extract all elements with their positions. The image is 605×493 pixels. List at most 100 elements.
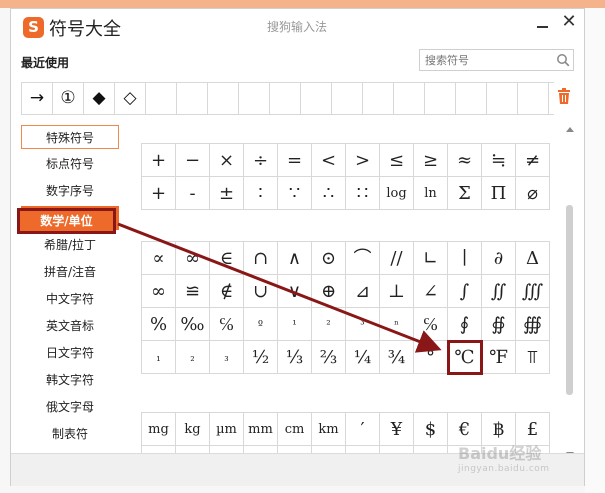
symbol-cell[interactable]: º <box>244 308 278 341</box>
trash-icon[interactable] <box>557 88 571 104</box>
symbol-cell[interactable]: ⌒ <box>346 242 380 275</box>
symbol-cell[interactable]: ≈ <box>448 144 482 177</box>
recent-symbol-cell[interactable] <box>363 83 394 114</box>
symbol-cell[interactable]: ⊕ <box>312 275 346 308</box>
symbol-cell[interactable]: ∂ <box>482 242 516 275</box>
symbol-cell[interactable]: + <box>142 177 176 210</box>
search-icon[interactable] <box>556 53 570 67</box>
category-item[interactable]: 中文字符 <box>21 287 119 311</box>
symbol-cell[interactable]: ½ <box>244 341 278 374</box>
recent-symbol-cell[interactable] <box>177 83 208 114</box>
scroll-up-arrow-icon[interactable] <box>566 127 574 132</box>
recent-symbol-cell[interactable]: ◇ <box>115 83 146 114</box>
recent-symbol-cell[interactable] <box>518 83 549 114</box>
symbol-cell[interactable]: ‰ <box>176 308 210 341</box>
category-item[interactable]: 标点符号 <box>21 152 119 176</box>
recent-symbol-cell[interactable] <box>456 83 487 114</box>
symbol-cell[interactable]: − <box>176 144 210 177</box>
symbol-cell[interactable]: mg <box>142 413 176 446</box>
symbol-cell[interactable]: ∠ <box>414 275 448 308</box>
recent-symbol-cell[interactable] <box>301 83 332 114</box>
symbol-cell[interactable]: ¾ <box>380 341 414 374</box>
symbol-cell[interactable]: ℅ <box>414 308 448 341</box>
recent-symbol-cell[interactable]: → <box>22 83 53 114</box>
symbol-cell[interactable]: ∪ <box>244 275 278 308</box>
symbol-cell[interactable]: ∶ <box>244 177 278 210</box>
symbol-cell[interactable]: ≌ <box>176 275 210 308</box>
symbol-cell[interactable]: ⅔ <box>312 341 346 374</box>
symbol-cell[interactable]: ÷ <box>244 144 278 177</box>
recent-symbol-cell[interactable] <box>208 83 239 114</box>
symbol-cell[interactable]: ℃ <box>447 340 483 375</box>
symbol-cell[interactable]: ∫ <box>448 275 482 308</box>
symbol-cell[interactable]: ≠ <box>516 144 550 177</box>
recent-symbol-cell[interactable]: ◆ <box>84 83 115 114</box>
symbol-cell[interactable]: µm <box>210 413 244 446</box>
symbol-cell[interactable]: ₁ <box>142 341 176 374</box>
category-item[interactable]: 数字序号 <box>21 179 119 203</box>
category-item[interactable]: 英文音标 <box>21 314 119 338</box>
recent-symbol-cell[interactable] <box>239 83 270 114</box>
symbol-cell[interactable]: Σ <box>448 177 482 210</box>
symbol-cell[interactable]: ∵ <box>278 177 312 210</box>
symbol-cell[interactable]: ³ <box>346 308 380 341</box>
symbol-cell[interactable]: cm <box>278 413 312 446</box>
symbol-cell[interactable]: ∧ <box>278 242 312 275</box>
scrollbar[interactable] <box>563 125 575 461</box>
symbol-cell[interactable]: ′ <box>346 413 380 446</box>
symbol-cell[interactable]: ∣ <box>448 242 482 275</box>
symbol-cell[interactable]: ℅ <box>210 308 244 341</box>
recent-symbol-cell[interactable] <box>487 83 518 114</box>
recent-symbol-cell[interactable]: ① <box>53 83 84 114</box>
symbol-cell[interactable]: ∬ <box>482 275 516 308</box>
symbol-cell[interactable]: km <box>312 413 346 446</box>
symbol-cell[interactable]: ⊿ <box>346 275 380 308</box>
symbol-cell[interactable]: ℉ <box>482 341 516 374</box>
symbol-cell[interactable]: < <box>312 144 346 177</box>
symbol-cell[interactable]: ∩ <box>244 242 278 275</box>
recent-symbol-cell[interactable] <box>394 83 425 114</box>
category-item[interactable]: 拼音/注音 <box>21 260 119 284</box>
symbol-cell[interactable]: mm <box>244 413 278 446</box>
symbol-cell[interactable]: ∝ <box>142 242 176 275</box>
category-item[interactable]: 日文字符 <box>21 341 119 365</box>
symbol-cell[interactable]: ∟ <box>414 242 448 275</box>
symbol-cell[interactable]: kg <box>176 413 210 446</box>
symbol-cell[interactable]: % <box>142 308 176 341</box>
category-item[interactable]: 希腊/拉丁 <box>21 233 119 257</box>
symbol-cell[interactable]: ≒ <box>482 144 516 177</box>
symbol-cell[interactable]: ∯ <box>482 308 516 341</box>
symbol-cell[interactable]: ¹ <box>278 308 312 341</box>
symbol-cell[interactable]: ⅓ <box>278 341 312 374</box>
symbol-cell[interactable]: ° <box>414 341 448 374</box>
symbol-cell[interactable]: ≥ <box>414 144 448 177</box>
search-input[interactable] <box>425 52 545 68</box>
symbol-cell[interactable]: = <box>278 144 312 177</box>
recent-symbol-cell[interactable] <box>332 83 363 114</box>
minimize-button[interactable] <box>535 15 551 31</box>
symbol-cell[interactable]: ∭ <box>516 275 550 308</box>
recent-symbol-cell[interactable] <box>425 83 456 114</box>
symbol-cell[interactable]: ∰ <box>516 308 550 341</box>
search-box[interactable] <box>419 49 574 71</box>
symbol-cell[interactable]: ⫪ <box>516 341 550 374</box>
symbol-cell[interactable]: ⁿ <box>380 308 414 341</box>
category-item[interactable]: 俄文字母 <box>21 395 119 419</box>
recent-symbol-cell[interactable] <box>146 83 177 114</box>
category-item[interactable]: 韩文字符 <box>21 368 119 392</box>
symbol-cell[interactable]: ² <box>312 308 346 341</box>
symbol-cell[interactable]: - <box>176 177 210 210</box>
symbol-cell[interactable]: ∮ <box>448 308 482 341</box>
scroll-thumb[interactable] <box>566 205 573 395</box>
close-button[interactable]: ✕ <box>560 12 578 32</box>
symbol-cell[interactable]: log <box>380 177 414 210</box>
symbol-cell[interactable]: ∉ <box>210 275 244 308</box>
symbol-cell[interactable]: ∞ <box>176 242 210 275</box>
symbol-cell[interactable]: ∷ <box>346 177 380 210</box>
symbol-cell[interactable]: ∞ <box>142 275 176 308</box>
symbol-cell[interactable]: ln <box>414 177 448 210</box>
symbol-cell[interactable]: ∴ <box>312 177 346 210</box>
symbol-cell[interactable]: ⊙ <box>312 242 346 275</box>
symbol-cell[interactable]: ± <box>210 177 244 210</box>
symbol-cell[interactable]: > <box>346 144 380 177</box>
